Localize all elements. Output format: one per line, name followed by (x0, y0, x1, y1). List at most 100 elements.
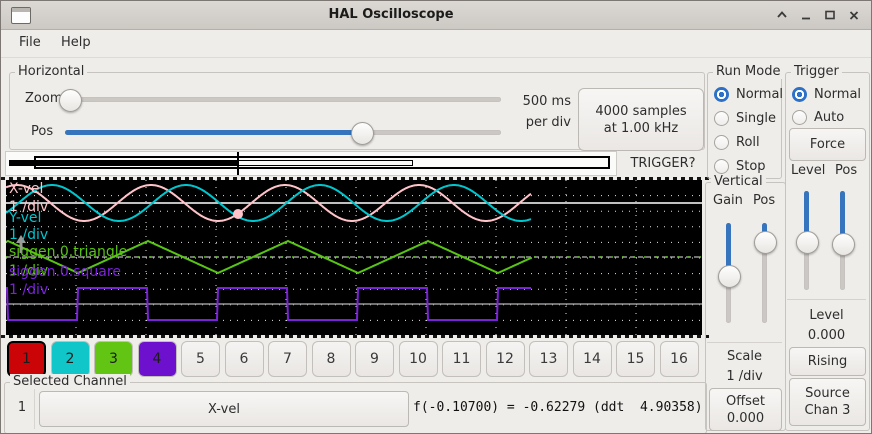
trigger-level-value: 0.000 (787, 328, 866, 343)
channel-button-16[interactable]: 16 (660, 341, 699, 377)
channel-button-4[interactable]: 4 (138, 341, 177, 377)
scale-caption: Scale (707, 349, 782, 364)
selected-channel-group-label: Selected Channel (10, 374, 130, 389)
run-mode-option-roll-label: Roll (736, 135, 760, 150)
radio-selected-icon[interactable] (714, 87, 729, 102)
radio-unselected-icon[interactable] (714, 135, 729, 150)
menu-item-file[interactable]: File (13, 30, 47, 56)
h-pos-slider-fill (65, 130, 361, 135)
channel-button-15[interactable]: 15 (616, 341, 655, 377)
trigger-separator (787, 299, 866, 300)
channel-button-8[interactable]: 8 (312, 341, 351, 377)
trigger-edge-button[interactable]: Rising (789, 347, 866, 376)
h-pos-slider-handle[interactable] (351, 122, 374, 145)
trigger-level-slider-label: Level (791, 163, 825, 178)
trigger-option-auto[interactable]: Auto (792, 107, 844, 127)
zoom-slider-track[interactable] (59, 97, 501, 102)
scale-value: 1 /div (707, 369, 782, 384)
trigger-status-label: TRIGGER? (621, 151, 705, 176)
trigger-edge-label: Rising (808, 353, 848, 370)
h-pos-slider-track[interactable] (65, 130, 501, 135)
maximize-icon[interactable] (819, 5, 841, 25)
run-mode-option-stop[interactable]: Stop (714, 156, 766, 176)
window-title: HAL Oscilloscope (1, 1, 781, 29)
trigger-option-normal-label: Normal (814, 87, 861, 102)
v-pos-slider-label: Pos (753, 193, 775, 208)
trigger-group-label: Trigger (791, 64, 842, 79)
radio-unselected-icon[interactable] (714, 111, 729, 126)
radio-unselected-icon[interactable] (714, 159, 729, 174)
channel-button-9[interactable]: 9 (355, 341, 394, 377)
menubar: File Help (1, 30, 871, 58)
force-trigger-label: Force (810, 136, 845, 153)
channel-button-13[interactable]: 13 (529, 341, 568, 377)
vertical-separator (707, 342, 782, 343)
radio-selected-icon[interactable] (792, 87, 807, 102)
channel-button-10[interactable]: 10 (399, 341, 438, 377)
offset-button[interactable]: Offset 0.000 (709, 388, 782, 431)
selected-sample-marker (233, 209, 243, 219)
run-mode-group-label: Run Mode (713, 64, 783, 79)
scope-label-x-vel: X-vel (9, 181, 43, 197)
time-per-div-line1: 500 ms (501, 94, 571, 109)
trigger-option-normal[interactable]: Normal (792, 84, 861, 104)
trigger-pos-slider-handle[interactable] (832, 233, 855, 256)
channel-button-5[interactable]: 5 (181, 341, 220, 377)
channel-button-11[interactable]: 11 (442, 341, 481, 377)
scope-label-y-vel: Y-vel (8, 210, 41, 226)
scope-label-1-div: 1 /div (9, 282, 48, 298)
offset-label: Offset (726, 393, 765, 410)
trigger-source-line1: Source (805, 385, 850, 402)
v-pos-slider-handle[interactable] (754, 231, 777, 254)
sample-rate-line1: 4000 samples (595, 103, 686, 120)
channel-button-6[interactable]: 6 (225, 341, 264, 377)
run-mode-option-single[interactable]: Single (714, 108, 776, 128)
channel-button-1[interactable]: 1 (7, 341, 46, 377)
trigger-source-line2: Chan 3 (805, 402, 851, 419)
offset-value: 0.000 (727, 410, 764, 427)
run-mode-group: Run Mode NormalSingleRollStop (707, 72, 782, 179)
scope-display[interactable]: X-vel1 /divY-vel1 /divsiggen.0.triangle1… (6, 180, 702, 335)
run-mode-option-single-label: Single (736, 111, 776, 126)
selected-channel-name: X-vel (208, 401, 240, 418)
scope-label-siggen-0-triangle: siggen.0.triangle (9, 244, 127, 260)
scope-label-1-div: 1 /div (9, 227, 48, 243)
channel-button-2[interactable]: 2 (51, 341, 90, 377)
trigger-level-caption: Level (787, 308, 866, 323)
channel-value-readout: f(-0.10700) = -0.62279 (ddt 4.90358) (413, 391, 703, 425)
channel-button-12[interactable]: 12 (486, 341, 525, 377)
radio-unselected-icon[interactable] (792, 110, 807, 125)
run-mode-option-normal-label: Normal (736, 87, 783, 102)
run-mode-option-normal[interactable]: Normal (714, 84, 783, 104)
sample-rate-button[interactable]: 4000 samples at 1.00 kHz (578, 88, 704, 151)
horizontal-group-label: Horizontal (15, 64, 87, 79)
trigger-pos-slider-label: Pos (835, 163, 857, 178)
time-per-div-line2: per div (501, 115, 571, 130)
gain-slider-label: Gain (713, 193, 743, 208)
channel-button-7[interactable]: 7 (268, 341, 307, 377)
trigger-source-button[interactable]: Source Chan 3 (789, 378, 866, 426)
selected-channel-name-button[interactable]: X-vel (39, 391, 409, 427)
titlebar[interactable]: HAL Oscilloscope (1, 1, 871, 30)
zoom-slider-handle[interactable] (59, 89, 82, 112)
menu-item-help[interactable]: Help (55, 30, 97, 56)
vertical-group-label: Vertical (711, 174, 766, 189)
run-mode-option-stop-label: Stop (736, 159, 766, 174)
app-window: HAL Oscilloscope FileHelp Horizontal Zoo… (0, 0, 872, 434)
channel-button-14[interactable]: 14 (573, 341, 612, 377)
channel-button-3[interactable]: 3 (94, 341, 133, 377)
gain-slider-handle[interactable] (718, 265, 741, 288)
scope-bottom-separator (1, 335, 711, 338)
record-captured-bar (9, 160, 237, 166)
run-mode-option-roll[interactable]: Roll (714, 132, 760, 152)
force-trigger-button[interactable]: Force (789, 128, 866, 161)
shade-icon[interactable] (771, 5, 793, 25)
record-progress-display (5, 151, 617, 176)
trigger-level-slider-handle[interactable] (796, 231, 819, 254)
close-icon[interactable] (843, 5, 865, 25)
scope-canvas: X-vel1 /divY-vel1 /divsiggen.0.triangle1… (6, 180, 702, 335)
record-trigger-tick (237, 152, 239, 175)
pos-slider-label: Pos (31, 124, 53, 139)
selected-channel-divider (34, 389, 35, 429)
minimize-icon[interactable] (795, 5, 817, 25)
